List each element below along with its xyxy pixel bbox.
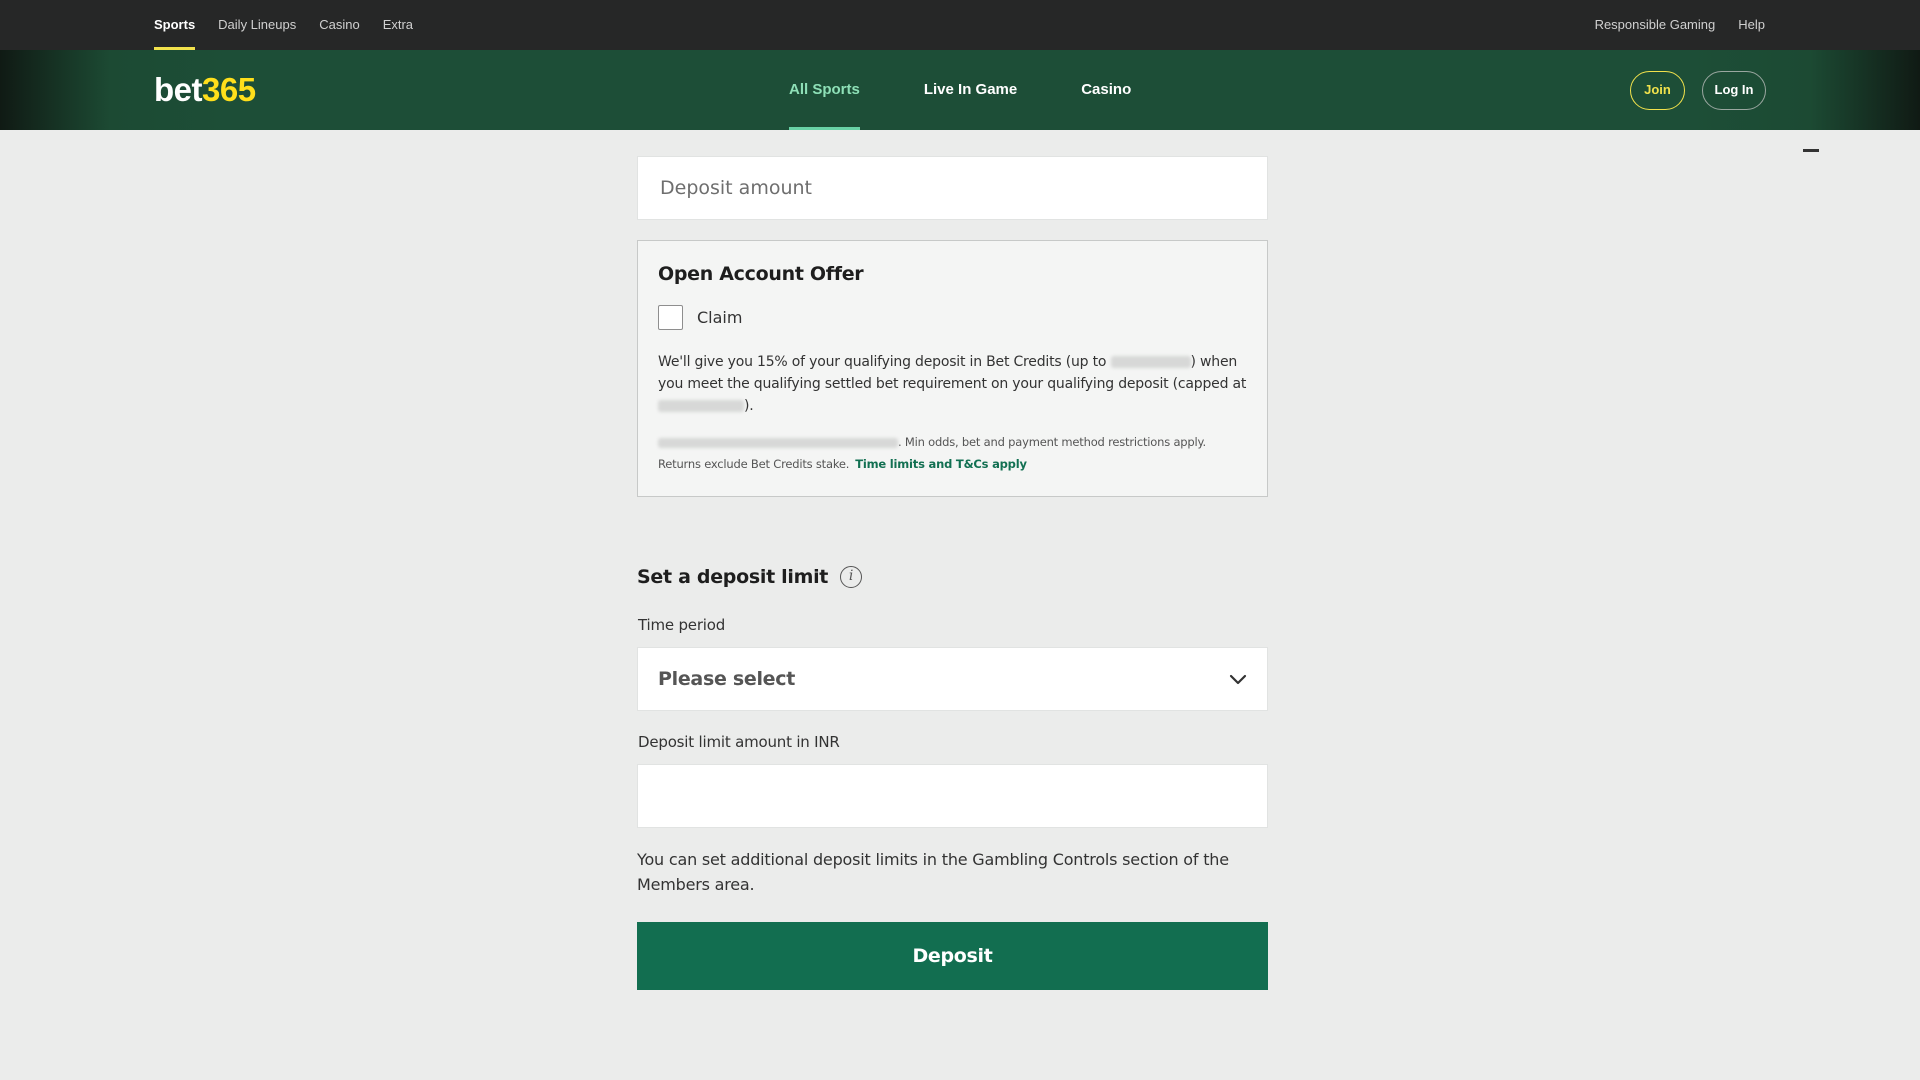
chevron-down-icon — [1229, 674, 1247, 685]
info-icon[interactable]: i — [840, 566, 863, 588]
redacted-terms — [658, 437, 898, 448]
offer-description: We'll give you 15% of your qualifying de… — [658, 351, 1247, 417]
nav-all-sports[interactable]: All Sports — [789, 50, 860, 130]
nav-live-in-game[interactable]: Live In Game — [924, 50, 1017, 130]
top-nav-right: Responsible Gaming Help — [1572, 0, 1765, 50]
time-period-value: Please select — [658, 668, 795, 690]
open-account-offer-panel: Open Account Offer Claim We'll give you … — [637, 240, 1268, 497]
top-nav-left: Sports Daily Lineups Casino Extra — [154, 0, 436, 50]
deposit-amount-input[interactable]: Deposit amount — [637, 156, 1268, 220]
logo-text-365: 365 — [202, 71, 256, 108]
deposit-button[interactable]: Deposit — [637, 922, 1268, 990]
main-nav: All Sports Live In Game Casino — [789, 50, 1195, 130]
nav-casino[interactable]: Casino — [1081, 50, 1131, 130]
deposit-limit-amount-label: Deposit limit amount in INR — [638, 733, 840, 751]
top-nav-daily-lineups[interactable]: Daily Lineups — [218, 0, 296, 50]
time-period-label: Time period — [638, 616, 726, 634]
redacted-amount — [1110, 356, 1191, 368]
minimize-icon[interactable] — [1803, 149, 1819, 152]
help-link[interactable]: Help — [1738, 0, 1765, 50]
claim-label: Claim — [697, 308, 743, 327]
logo-text-bet: bet — [154, 71, 203, 108]
bet365-logo[interactable]: bet365 — [154, 71, 256, 109]
claim-row[interactable]: Claim — [658, 305, 1247, 330]
offer-title: Open Account Offer — [658, 263, 864, 285]
top-nav-sports[interactable]: Sports — [154, 0, 196, 50]
gambling-controls-note: You can set additional deposit limits in… — [637, 850, 1229, 894]
tcs-link[interactable]: Time limits and T&Cs apply — [855, 457, 1027, 471]
join-button[interactable]: Join — [1630, 71, 1685, 110]
deposit-amount-placeholder: Deposit amount — [660, 177, 812, 199]
claim-checkbox[interactable] — [658, 305, 683, 330]
top-utility-bar: Sports Daily Lineups Casino Extra Respon… — [0, 0, 1920, 50]
time-period-select[interactable]: Please select — [637, 647, 1268, 711]
deposit-limit-title: Set a deposit limit — [637, 566, 829, 588]
offer-terms: . Min odds, bet and payment method restr… — [658, 431, 1247, 475]
deposit-limit-amount-input[interactable] — [637, 764, 1268, 828]
top-nav-casino[interactable]: Casino — [319, 0, 359, 50]
deposit-limit-heading: Set a deposit limit i — [637, 566, 863, 588]
responsible-gaming-link[interactable]: Responsible Gaming — [1595, 0, 1716, 50]
main-header: bet365 All Sports Live In Game Casino Jo… — [0, 50, 1920, 130]
offer-text-part-a: We'll give you 15% of your qualifying de… — [658, 354, 1111, 370]
redacted-amount — [658, 400, 744, 412]
offer-text-part-c: ). — [744, 398, 754, 414]
login-button[interactable]: Log In — [1702, 71, 1766, 110]
top-nav-extra[interactable]: Extra — [383, 0, 413, 50]
